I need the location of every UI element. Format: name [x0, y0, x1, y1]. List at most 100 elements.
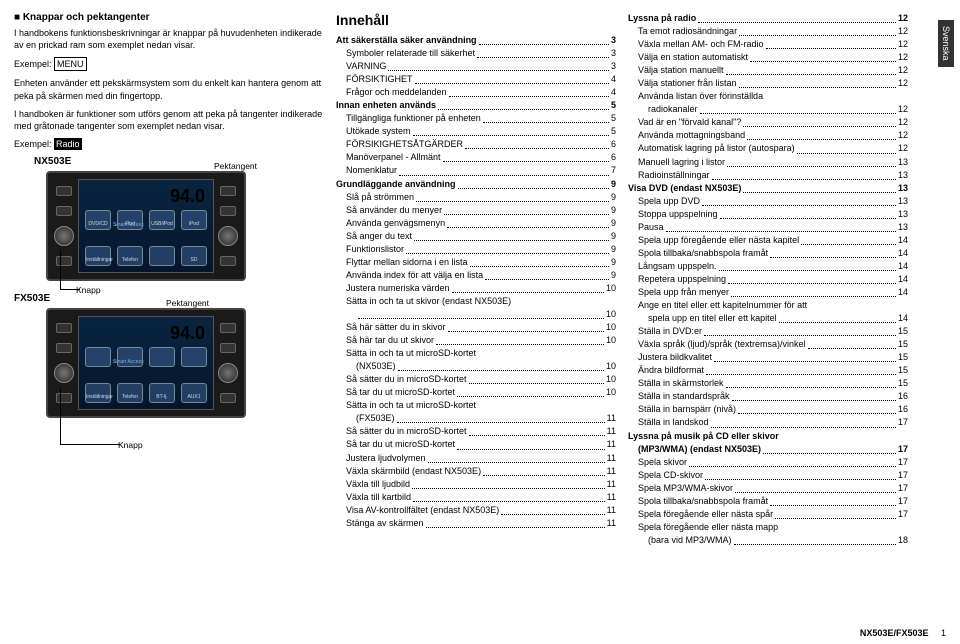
toc-entry: Ställa in skärmstorlek15: [628, 377, 908, 390]
sicon-bt-2: BT-lj.: [149, 383, 175, 403]
toc-page: 11: [607, 491, 616, 504]
toc-text: Långsam uppspeln.: [628, 260, 717, 273]
toc-text: Radioinställningar: [628, 169, 710, 182]
toc-page: 11: [607, 478, 616, 491]
toc-entry: Innan enheten används5: [336, 99, 616, 112]
toc-entry: Spela föregående eller nästa spår17: [628, 508, 908, 521]
toc-page: 13: [898, 169, 908, 182]
toc-text: Spela föregående eller nästa spår: [628, 508, 773, 521]
toc-page: 9: [611, 256, 616, 269]
toc-leader: [735, 492, 896, 493]
toc-text: Så här tar du ut skivor: [336, 334, 434, 347]
toc-entry: Manuell lagring i listor13: [628, 156, 908, 169]
toc-entry: Grundläggande användning9: [336, 178, 616, 191]
toc-entry: Växla mellan AM- och FM-radio12: [628, 38, 908, 51]
toc-page: 10: [606, 282, 616, 295]
toc-entry: radiokanaler12: [628, 103, 908, 116]
toc-text: Tillgängliga funktioner på enheten: [336, 112, 481, 125]
language-tab: Svenska: [938, 20, 954, 67]
toc-page: 13: [898, 182, 908, 195]
toc-text: Spela föregående eller nästa mapp: [628, 521, 778, 534]
toc-entry: Växla skärmbild (endast NX503E)11: [336, 465, 616, 478]
toc-leader: [719, 270, 896, 271]
toc-page: 6: [611, 138, 616, 151]
toc-entry: Spela skivor17: [628, 456, 908, 469]
toc-leader: [714, 361, 896, 362]
toc-text: Spela CD-skivor: [628, 469, 703, 482]
toc-entry: Ställa in landskod17: [628, 416, 908, 429]
toc-leader: [415, 83, 609, 84]
toc-page: 11: [607, 504, 616, 517]
toc-leader: [426, 527, 605, 528]
toc-leader: [406, 253, 609, 254]
ticon-ipod2: iPod: [181, 210, 207, 230]
toc-page: 4: [611, 73, 616, 86]
toc-entry: Spola tillbaka/snabbspola framåt14: [628, 247, 908, 260]
toc-page: 11: [607, 412, 616, 425]
sicon-phone-2: Telefon: [117, 383, 143, 403]
toc-page: 11: [607, 452, 616, 465]
toc-page: 9: [611, 204, 616, 217]
toc-text: Utökade system: [336, 125, 411, 138]
toc-entry: Sätta in och ta ut microSD-kortet: [336, 347, 616, 360]
toc-entry: Justera numeriska värden10: [336, 282, 616, 295]
toc-leader: [704, 335, 896, 336]
toc-leader: [479, 44, 609, 45]
toc-page: 15: [898, 377, 908, 390]
toc-leader: [727, 166, 896, 167]
toc-text: Stoppa uppspelning: [628, 208, 718, 221]
toc-text: Växla språk (ljud)/språk (textremsa)/vin…: [628, 338, 806, 351]
toc-entry: (FX503E) 11: [336, 412, 616, 425]
toc-text: Pausa: [628, 221, 664, 234]
toc-entry: FÖRSIKIGHETSÅTGÄRDER6: [336, 138, 616, 151]
toc-text: Automatisk lagring på listor (autospara): [628, 142, 795, 155]
callout-knapp-1: Knapp: [76, 285, 101, 295]
sicon-aux-2: AUX1: [181, 383, 207, 403]
toc-leader: [734, 544, 896, 545]
toc-text: Ange en titel eller ett kapitelnummer fö…: [628, 299, 807, 312]
callout-knapp-2: Knapp: [118, 440, 143, 450]
toc-text: Manöverpanel - Allmänt: [336, 151, 441, 164]
toc-entry: Använda mottagningsband12: [628, 129, 908, 142]
toc-entry: Lyssna på musik på CD eller skivor: [628, 430, 908, 443]
toc-leader: [444, 214, 609, 215]
toc-leader: [485, 279, 609, 280]
toc-text: Använda index för att välja en lista: [336, 269, 483, 282]
toc-text: Repetera uppspelning: [628, 273, 726, 286]
toc-leader: [728, 283, 896, 284]
toc-entry: Manöverpanel - Allmänt 6: [336, 151, 616, 164]
toc-text: (bara vid MP3/WMA): [628, 534, 732, 547]
toc-leader: [398, 370, 604, 371]
toc-entry: Sätta in och ta ut skivor (endast NX503E…: [336, 295, 616, 308]
toc-text: Ställa in barnspärr (nivå): [628, 403, 736, 416]
toc-entry: Spela upp från menyer14: [628, 286, 908, 299]
toc-text: Växla mellan AM- och FM-radio: [628, 38, 764, 51]
toc-entry: Ta emot radiosändningar12: [628, 25, 908, 38]
toc-entry: Så här sätter du in skivor10: [336, 321, 616, 334]
toc-page: 10: [606, 360, 616, 373]
toc-text: Nomenklatur: [336, 164, 397, 177]
toc-leader: [413, 135, 609, 136]
toc-entry: Använda listan över förinställda: [628, 90, 908, 103]
toc-text: FÖRSIKTIGHET: [336, 73, 413, 86]
toc-text: Ställa in standardspråk: [628, 390, 730, 403]
toc-entry: Automatisk lagring på listor (autospara)…: [628, 142, 908, 155]
example2-label: Exempel:: [14, 139, 52, 149]
toc-page: 4: [611, 86, 616, 99]
toc-text: Ändra bildformat: [628, 364, 704, 377]
toc-leader: [726, 387, 896, 388]
toc-leader: [738, 413, 896, 414]
example1-box: MENU: [54, 57, 87, 71]
toc-leader: [770, 257, 896, 258]
toc-text: (FX503E): [336, 412, 395, 425]
toc-text: Så tar du ut microSD-kortet: [336, 386, 455, 399]
toc-leader: [470, 266, 609, 267]
toc-page: 6: [611, 151, 616, 164]
toc-leader: [447, 227, 609, 228]
toc-entry: Frågor och meddelanden4: [336, 86, 616, 99]
toc-page: 9: [611, 269, 616, 282]
toc-page: 5: [611, 99, 616, 112]
toc-entry: Välja en station automatiskt12: [628, 51, 908, 64]
toc-leader: [706, 374, 896, 375]
toc-page: 11: [607, 465, 616, 478]
